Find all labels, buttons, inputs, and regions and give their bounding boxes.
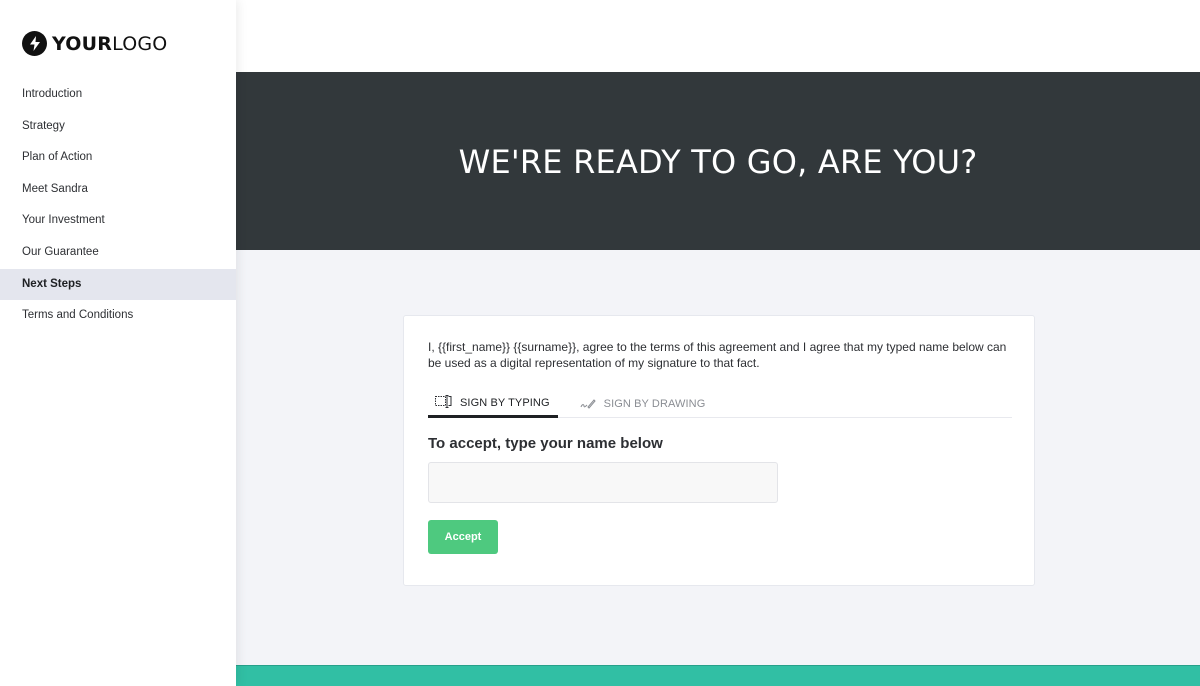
agreement-text: I, {{first_name}} {{surname}}, agree to … bbox=[428, 340, 1007, 370]
hero-title: WE'RE READY TO GO, ARE YOU? bbox=[458, 143, 978, 181]
pen-signature-icon bbox=[580, 397, 604, 412]
tab-label: SIGN BY TYPING bbox=[460, 396, 550, 409]
sidebar-item-introduction[interactable]: Introduction bbox=[0, 79, 236, 111]
signature-card: I, {{first_name}} {{surname}}, agree to … bbox=[403, 315, 1035, 586]
signature-name-input[interactable] bbox=[428, 462, 778, 503]
accept-button[interactable]: Accept bbox=[428, 520, 498, 554]
logo[interactable]: YOURLOGO bbox=[22, 31, 167, 56]
hero-banner: WE'RE READY TO GO, ARE YOU? bbox=[236, 72, 1200, 250]
sidebar-nav: Introduction Strategy Plan of Action Mee… bbox=[0, 79, 236, 332]
sidebar-item-plan-of-action[interactable]: Plan of Action bbox=[0, 142, 236, 174]
tab-sign-by-drawing[interactable]: SIGN BY DRAWING bbox=[580, 390, 706, 418]
sidebar-item-strategy[interactable]: Strategy bbox=[0, 111, 236, 143]
logo-text: YOURLOGO bbox=[52, 32, 168, 55]
accept-heading: To accept, type your name below bbox=[428, 435, 663, 452]
sidebar: YOURLOGO Introduction Strategy Plan of A… bbox=[0, 0, 236, 686]
tab-label: SIGN BY DRAWING bbox=[603, 398, 706, 410]
sidebar-item-terms-and-conditions[interactable]: Terms and Conditions bbox=[0, 300, 236, 332]
sidebar-item-your-investment[interactable]: Your Investment bbox=[0, 205, 236, 237]
top-bar bbox=[236, 0, 1200, 72]
lightning-bolt-icon bbox=[22, 31, 47, 56]
text-cursor-icon bbox=[435, 394, 460, 411]
sidebar-item-next-steps[interactable]: Next Steps bbox=[0, 268, 236, 301]
footer-bar bbox=[236, 665, 1200, 686]
sidebar-item-our-guarantee[interactable]: Our Guarantee bbox=[0, 237, 236, 269]
sidebar-item-meet-sandra[interactable]: Meet Sandra bbox=[0, 174, 236, 206]
tab-sign-by-typing[interactable]: SIGN BY TYPING bbox=[428, 390, 558, 418]
signature-tabs: SIGN BY TYPING SIGN BY DRAWING bbox=[428, 390, 1012, 418]
